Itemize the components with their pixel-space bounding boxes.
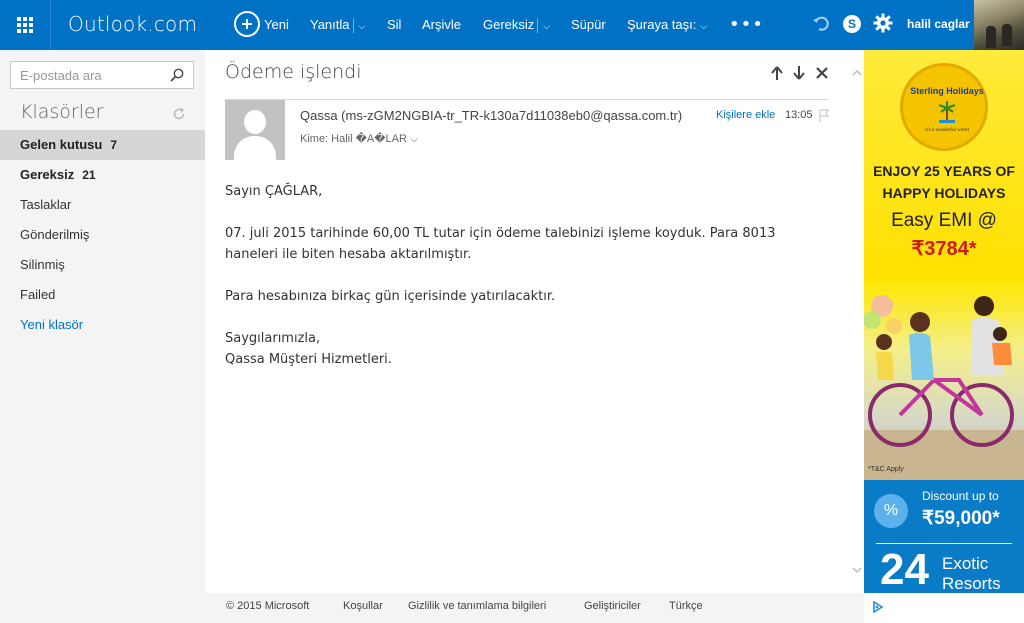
new-button[interactable]: Yeni (264, 17, 289, 32)
closing: Saygılarımızla, (225, 331, 321, 346)
waffle-icon (17, 17, 33, 33)
ad-brand: Sterling Holidays (910, 86, 984, 96)
previous-message-icon[interactable] (769, 65, 785, 81)
top-bar: Outlook.com Yeni Yanıtla ⌵ Sil Arşivle Ge… (0, 0, 1024, 50)
footer: © 2015 Microsoft Koşullar Gizlilik ve ta… (205, 593, 864, 623)
folder-label: Gereksiz (20, 167, 75, 182)
app-launcher-button[interactable] (0, 0, 51, 50)
palm-tree-icon (938, 101, 956, 123)
more-options-icon[interactable]: ••• (729, 14, 764, 35)
undo-icon[interactable] (811, 14, 831, 34)
user-avatar[interactable] (974, 0, 1024, 50)
ad-emi: Easy EMI @ (891, 210, 997, 231)
search-icon[interactable] (170, 68, 184, 82)
privacy-link[interactable]: Gizlilik ve tanımlama bilgileri (408, 600, 546, 612)
ad-headline-line: HAPPY HOLIDAYS (882, 185, 1006, 201)
ad-exotic-resorts: Exotic Resorts (942, 554, 1001, 593)
folder-label: Gelen kutusu (20, 137, 103, 152)
ad-headline-line: ENJOY 25 YEARS OF (873, 163, 1015, 179)
username[interactable]: halil caglar (907, 17, 970, 31)
move-to-label: Şuraya taşı: (627, 17, 697, 32)
ad-resort-count: 24 (880, 545, 929, 593)
flag-icon[interactable] (819, 109, 829, 123)
terms-link[interactable]: Koşullar (343, 600, 383, 612)
expand-recipients-icon[interactable]: ⌵ (411, 134, 418, 144)
new-plus-icon[interactable] (234, 11, 260, 37)
skype-icon[interactable]: S (843, 15, 861, 33)
search-box[interactable] (10, 61, 194, 89)
greeting: Sayın ÇAĞLAR, (225, 184, 323, 199)
delete-button[interactable]: Sil (387, 17, 401, 32)
ad-price: ₹3784* (911, 238, 977, 260)
folder-junk[interactable]: Gereksiz 21 (0, 160, 205, 190)
ad-terms: *T&C Apply (868, 466, 904, 473)
close-icon[interactable] (814, 65, 830, 81)
ad-divider (876, 543, 1012, 544)
add-to-contacts-link[interactable]: Kişilere ekle (716, 109, 775, 121)
chevron-down-icon[interactable]: ⌵ (543, 21, 550, 31)
copyright: © 2015 Microsoft (226, 600, 310, 612)
chevron-down-icon: ⌵ (700, 21, 708, 31)
junk-label: Gereksiz (483, 17, 535, 32)
unread-count: 7 (110, 138, 118, 152)
app-title[interactable]: Outlook.com (68, 12, 197, 36)
message-body: Sayın ÇAĞLAR, 07. juli 2015 tarihinde 60… (225, 181, 825, 391)
body-paragraph: Para hesabınıza birkaç gün içerisinde ya… (225, 289, 556, 304)
percent-icon: % (874, 494, 908, 528)
body-paragraph: 07. juli 2015 tarihinde 60,00 TL tutar i… (225, 226, 776, 262)
folder-failed[interactable]: Failed (0, 280, 205, 310)
ad-exotic-line: Exotic (942, 554, 989, 573)
scroll-down-icon[interactable] (852, 565, 862, 575)
refresh-icon[interactable] (172, 107, 186, 121)
reading-pane: Ödeme işlendi Qassa (ms-zGM2NGBIA-tr_TR-… (205, 50, 848, 593)
language-link[interactable]: Türkçe (669, 600, 703, 612)
ad-headline: ENJOY 25 YEARS OF HAPPY HOLIDAYS (864, 160, 1024, 204)
adchoices-area (864, 593, 1024, 623)
new-folder-link[interactable]: Yeni klasör (0, 310, 205, 340)
ad-top-panel: Sterling Holidays it's a wonderful world… (864, 50, 1024, 280)
ad-discount-label: Discount up to (922, 489, 999, 503)
folder-inbox[interactable]: Gelen kutusu 7 (0, 130, 205, 160)
left-nav: Klasörler Gelen kutusu 7 Gereksiz 21 Tasla… (0, 50, 205, 623)
family-bicycle-image (864, 295, 1024, 480)
ad-family-photo: *T&C Apply (864, 280, 1024, 480)
header-divider (225, 99, 828, 100)
sterling-logo: Sterling Holidays it's a wonderful world (900, 63, 988, 151)
message-time: 13:05 (785, 109, 813, 121)
ad-tagline: it's a wonderful world (925, 128, 969, 133)
reading-pane-scrollbar[interactable] (848, 50, 864, 593)
recipient: Kime: Halil �A�LAR (300, 133, 407, 145)
sweep-button[interactable]: Süpür (571, 17, 606, 32)
adchoices-icon[interactable] (872, 601, 884, 613)
folder-list: Gelen kutusu 7 Gereksiz 21 Taslaklar Gönde… (0, 130, 205, 340)
developers-link[interactable]: Geliştiriciler (584, 600, 641, 612)
junk-button[interactable]: Gereksiz ⌵ (483, 17, 550, 33)
ad-bottom-panel: % Discount up to ₹59,000* 24 Exotic Reso… (864, 480, 1024, 593)
recipient-line: Kime: Halil �A�LAR ⌵ (300, 132, 418, 145)
folder-sent[interactable]: Gönderilmiş (0, 220, 205, 250)
message-subject: Ödeme işlendi (225, 61, 362, 83)
signature: Qassa Müşteri Hizmetleri. (225, 352, 392, 367)
gear-icon[interactable] (872, 12, 894, 34)
folder-drafts[interactable]: Taslaklar (0, 190, 205, 220)
advertisement[interactable]: Sterling Holidays it's a wonderful world… (864, 50, 1024, 593)
archive-button[interactable]: Arşivle (422, 17, 461, 32)
ad-exotic-line: Resorts (942, 574, 1001, 593)
reply-label: Yanıtla (310, 17, 350, 32)
folder-deleted[interactable]: Silinmiş (0, 250, 205, 280)
unread-count: 21 (82, 168, 96, 182)
chevron-down-icon[interactable]: ⌵ (359, 21, 366, 31)
scroll-up-icon[interactable] (852, 68, 862, 78)
next-message-icon[interactable] (791, 65, 807, 81)
sender-name[interactable]: Qassa (ms-zGM2NGBIA-tr_TR-k130a7d11038eb… (300, 108, 682, 123)
folders-heading: Klasörler (20, 101, 104, 123)
ad-discount-amount: ₹59,000* (922, 508, 1000, 529)
sender-avatar (225, 100, 285, 160)
search-input[interactable] (11, 62, 166, 88)
reply-button[interactable]: Yanıtla ⌵ (310, 17, 365, 33)
move-to-button[interactable]: Şuraya taşı: ⌵ (627, 17, 707, 32)
